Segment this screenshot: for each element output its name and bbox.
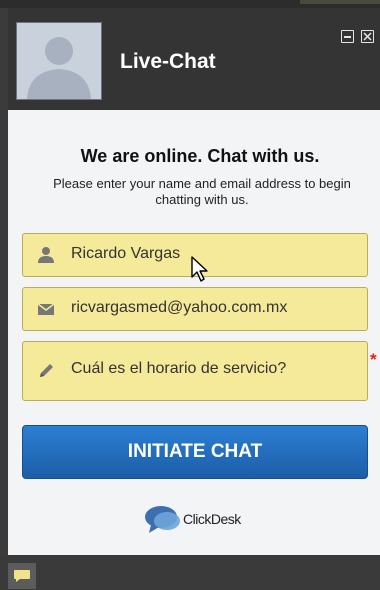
top-accent	[300, 0, 380, 4]
envelope-icon	[37, 300, 55, 318]
email-value: ricvargasmed@yahoo.com.mx	[71, 299, 288, 316]
chat-title: Live-Chat	[120, 50, 216, 73]
mouse-cursor-icon	[191, 256, 208, 282]
speech-bubble-icon	[14, 570, 30, 582]
online-headline: We are online. Chat with us.	[80, 146, 320, 166]
user-icon	[37, 246, 55, 264]
clickdesk-logo[interactable]: ClickDesk	[143, 503, 273, 535]
top-strip	[0, 0, 380, 8]
chat-toggle-button[interactable]	[8, 563, 36, 589]
chat-panel: We are online. Chat with us. Please ente…	[8, 110, 380, 555]
chat-header: Live-Chat	[8, 8, 380, 110]
minimize-icon[interactable]	[341, 30, 354, 43]
avatar	[16, 22, 102, 100]
name-value: Ricardo Vargas	[71, 245, 181, 262]
close-icon[interactable]	[361, 30, 374, 43]
required-mark: *	[370, 350, 377, 369]
instructions-text: Please enter your name and email address…	[53, 176, 351, 207]
message-value: Cuál es el horario de servicio?	[71, 360, 287, 377]
pencil-icon	[37, 362, 55, 380]
message-field[interactable]: Cuál es el horario de servicio?	[22, 341, 368, 401]
brand-name: ClickDesk	[183, 511, 241, 527]
bottom-bar	[0, 555, 380, 590]
email-field[interactable]: ricvargasmed@yahoo.com.mx	[22, 287, 368, 331]
initiate-chat-button[interactable]: INITIATE CHAT	[22, 425, 368, 479]
